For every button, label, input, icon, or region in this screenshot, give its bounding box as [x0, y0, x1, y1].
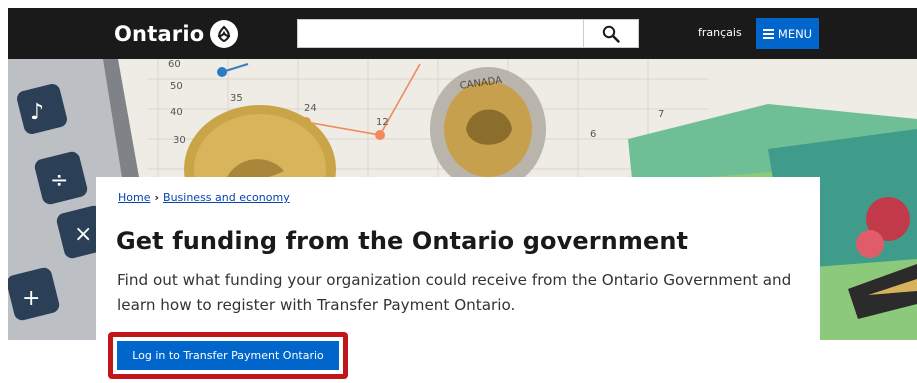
chart-point-label: 12	[376, 117, 389, 128]
trillium-icon	[210, 20, 239, 48]
logo-text: Ontario	[114, 22, 205, 46]
axis-label: 60	[168, 59, 181, 70]
ontario-logo[interactable]: Ontario	[114, 20, 239, 48]
language-toggle-link[interactable]: français	[698, 26, 742, 39]
axis-label: 30	[173, 135, 186, 146]
breadcrumb-home-link[interactable]: Home	[118, 191, 150, 204]
menu-label: MENU	[777, 26, 813, 41]
cta-highlight-box: Log in to Transfer Payment Ontario	[108, 332, 348, 379]
svg-text:♪: ♪	[30, 100, 44, 125]
search-icon	[602, 25, 620, 43]
axis-label: 40	[170, 107, 183, 118]
svg-text:+: +	[22, 286, 40, 311]
svg-text:×: ×	[74, 222, 92, 247]
login-transfer-payment-button[interactable]: Log in to Transfer Payment Ontario	[117, 341, 339, 370]
chart-point-label: 6	[590, 129, 596, 140]
search-input[interactable]	[297, 19, 583, 48]
breadcrumb-business-link[interactable]: Business and economy	[163, 191, 290, 204]
breadcrumb: Home › Business and economy	[118, 191, 290, 204]
chevron-right-icon: ›	[154, 191, 160, 204]
site-header: Ontario français MENU	[8, 8, 917, 59]
frame-left	[0, 0, 8, 383]
page-description: Find out what funding your organization …	[117, 271, 792, 314]
search-button[interactable]	[583, 19, 639, 48]
chart-point-label: 35	[230, 93, 243, 104]
menu-button[interactable]: MENU	[756, 18, 819, 49]
frame-top	[0, 0, 917, 8]
hamburger-icon	[762, 28, 774, 39]
toonie-coin-illustration: CANADA	[430, 67, 546, 191]
axis-label: 50	[170, 81, 183, 92]
chart-point-label: 24	[304, 103, 317, 114]
svg-text:÷: ÷	[50, 168, 68, 193]
page-title: Get funding from the Ontario government	[116, 227, 689, 255]
chart-point-label: 7	[658, 109, 664, 120]
